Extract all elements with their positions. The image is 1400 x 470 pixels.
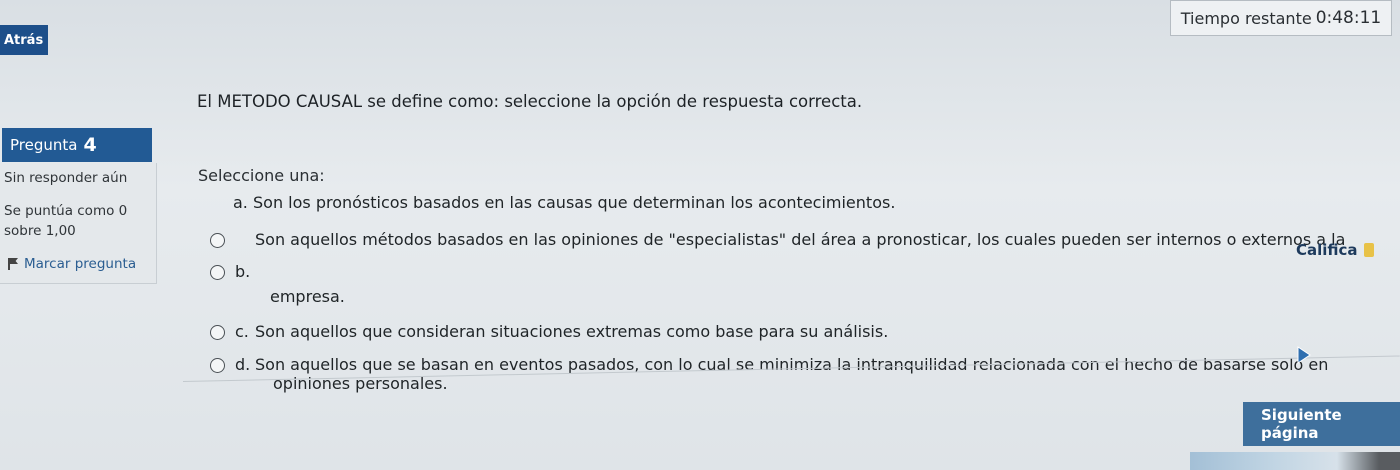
select-prompt: Seleccione una: — [198, 166, 325, 185]
option-c-radio[interactable] — [210, 325, 225, 340]
next-page-button[interactable]: Siguiente página — [1243, 402, 1400, 446]
option-d-text: Son aquellos que se basan en eventos pas… — [255, 355, 1329, 374]
option-b-text: Son aquellos métodos basados en las opin… — [255, 230, 1346, 249]
question-text: El METODO CAUSAL se define como: selecci… — [197, 92, 863, 111]
rate-label: Califica — [1296, 241, 1358, 259]
timer: Tiempo restante 0:48:11 — [1170, 0, 1392, 36]
option-b-first-line-holder[interactable]: a. — [210, 230, 255, 249]
option-b-radio[interactable] — [210, 265, 225, 280]
option-a-text: Son los pronósticos basados en las causa… — [253, 193, 896, 212]
cursor-arrow-icon — [1297, 346, 1311, 364]
option-a[interactable]: a. Son los pronósticos basados en las ca… — [210, 193, 895, 212]
option-c-letter: c. — [235, 322, 249, 341]
option-d-radio[interactable] — [210, 358, 225, 373]
question-label: Pregunta 4 — [2, 128, 152, 162]
timer-value: 0:48:11 — [1315, 8, 1382, 28]
option-c[interactable]: c. Son aquellos que consideran situacion… — [210, 322, 888, 341]
back-button[interactable]: Atrás — [0, 25, 48, 55]
timer-label: Tiempo restante — [1180, 8, 1312, 28]
flag-question-link[interactable]: Marcar pregunta — [8, 256, 136, 272]
score-line-1: Se puntúa como 0 — [4, 203, 128, 219]
question-number: 4 — [83, 134, 97, 156]
question-label-text: Pregunta — [10, 136, 78, 154]
taskbar-strip — [1190, 452, 1400, 470]
rate-button[interactable]: Califica — [1296, 241, 1374, 259]
option-b[interactable]: b. Son aquellos métodos basados en las o… — [210, 230, 1345, 281]
question-info-panel: Sin responder aún Se puntúa como 0 sobre… — [0, 163, 157, 284]
flag-question-label: Marcar pregunta — [24, 256, 137, 272]
option-a-letter: a. — [233, 193, 248, 212]
option-d-letter: d. — [235, 355, 251, 374]
option-a-radio[interactable] — [210, 233, 225, 248]
score-line-2: sobre 1,00 — [4, 223, 76, 239]
rate-icon — [1363, 243, 1374, 257]
option-b-letter: b. — [235, 262, 251, 281]
flag-icon — [8, 258, 18, 270]
question-status: Sin responder aún — [4, 170, 128, 186]
option-b-continuation: empresa. — [270, 287, 345, 306]
option-d[interactable]: d. Son aquellos que se basan en eventos … — [210, 355, 1328, 374]
option-c-text: Son aquellos que consideran situaciones … — [255, 322, 889, 341]
